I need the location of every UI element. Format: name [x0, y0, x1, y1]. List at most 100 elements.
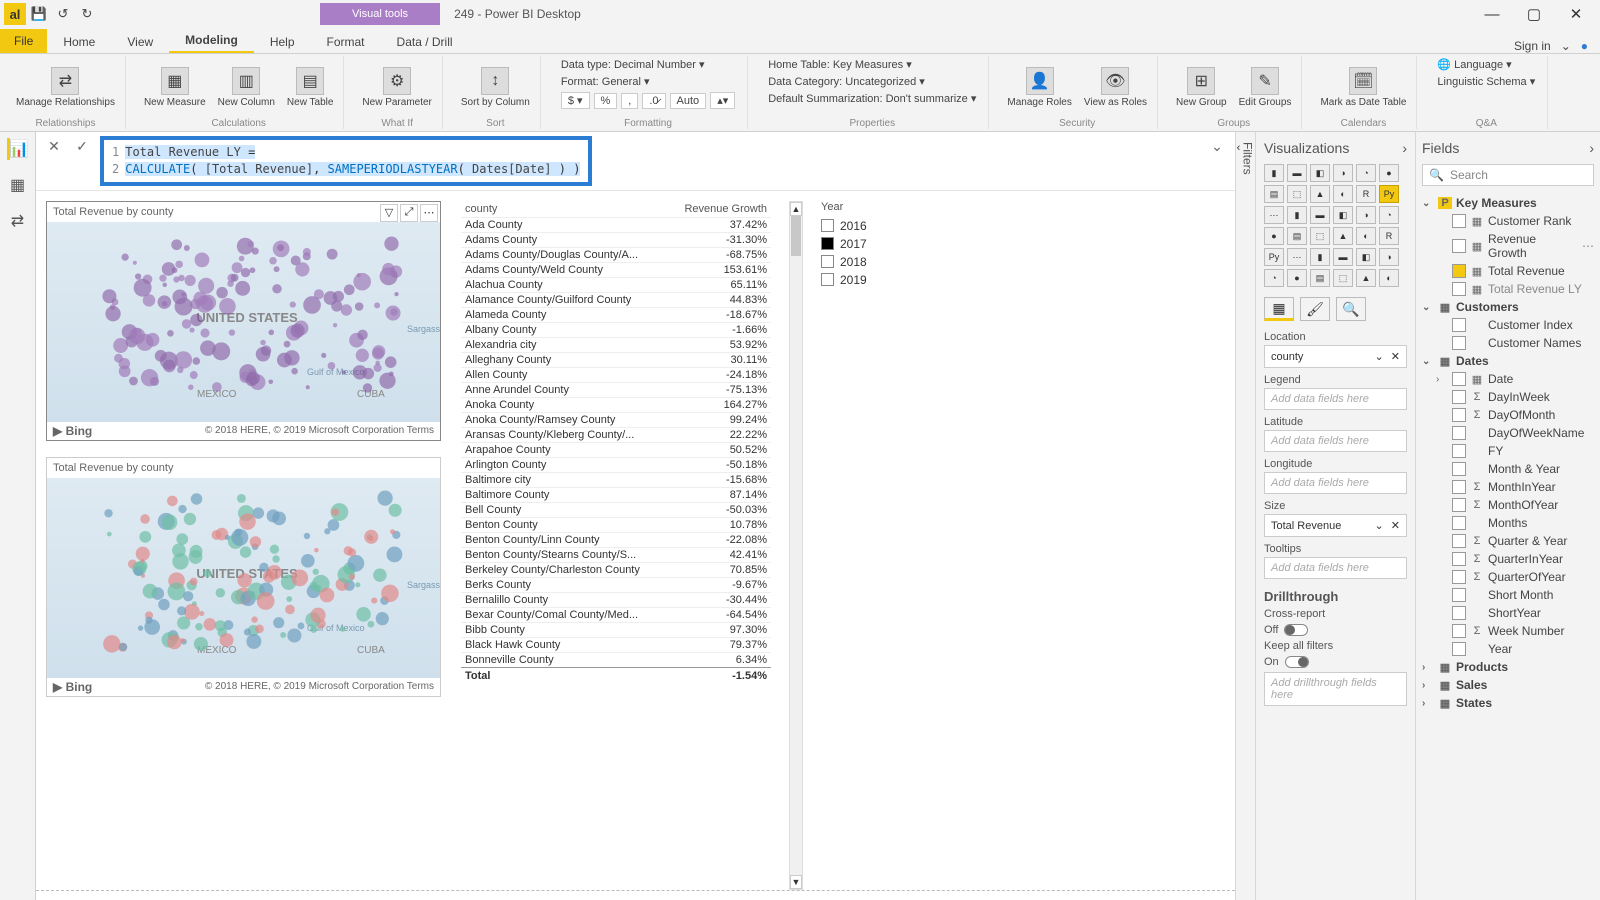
redo-icon[interactable]: ↻	[76, 3, 98, 25]
field-item[interactable]: ShortYear	[1422, 604, 1594, 622]
viz-tile[interactable]: ▮	[1287, 206, 1307, 224]
field-checkbox[interactable]	[1452, 282, 1466, 296]
viz-tile[interactable]: ●	[1379, 164, 1399, 182]
drillthrough-well[interactable]: Add drillthrough fields here	[1264, 672, 1407, 706]
formula-cancel-icon[interactable]: ✕	[44, 136, 64, 156]
field-checkbox[interactable]	[1452, 318, 1466, 332]
slicer-option[interactable]: 2016	[821, 219, 941, 233]
table-row[interactable]: Black Hawk County79.37%	[461, 637, 771, 652]
map2-body[interactable]: UNITED STATES MEXICO CUBA Gulf of Mexico…	[47, 478, 440, 678]
year-slicer[interactable]: Year 2016201720182019	[821, 201, 941, 890]
checkbox-icon[interactable]	[821, 237, 834, 250]
viz-tile[interactable]: ◐	[1379, 269, 1399, 287]
field-item[interactable]: ›▦Date	[1422, 370, 1594, 388]
tab-home[interactable]: Home	[47, 31, 111, 53]
viz-tile[interactable]: ▤	[1287, 227, 1307, 245]
default-summarization-dropdown[interactable]: Default Summarization: Don't summarize ▾	[768, 92, 976, 105]
field-checkbox[interactable]	[1452, 408, 1466, 422]
field-checkbox[interactable]	[1452, 642, 1466, 656]
field-table-header[interactable]: ⌄▦Customers	[1422, 298, 1594, 316]
field-item[interactable]: Short Month	[1422, 586, 1594, 604]
field-item[interactable]: ▦Customer Rank	[1422, 212, 1594, 230]
table-row[interactable]: Alameda County-18.67%	[461, 307, 771, 322]
field-item[interactable]: ΣQuarter & Year	[1422, 532, 1594, 550]
sort-by-column-button[interactable]: ↕Sort by Column	[457, 65, 534, 110]
field-checkbox[interactable]	[1452, 372, 1466, 386]
field-checkbox[interactable]	[1452, 498, 1466, 512]
map-visual-2[interactable]: Total Revenue by county UNITED STATES ME…	[46, 457, 441, 697]
field-item[interactable]: ▦Total Revenue LY	[1422, 280, 1594, 298]
tab-data-drill[interactable]: Data / Drill	[381, 31, 469, 53]
signin-link[interactable]: Sign in	[1514, 39, 1551, 53]
chevron-down-icon[interactable]: ⌄	[1561, 39, 1571, 53]
field-checkbox[interactable]	[1452, 239, 1466, 253]
field-item[interactable]: Year	[1422, 640, 1594, 658]
viz-tile[interactable]: ▮	[1264, 164, 1284, 182]
viz-tile[interactable]: ▬	[1287, 164, 1307, 182]
table-row[interactable]: Baltimore city-15.68%	[461, 472, 771, 487]
table-row[interactable]: Ada County37.42%	[461, 217, 771, 232]
checkbox-icon[interactable]	[821, 219, 834, 232]
chevron-right-icon[interactable]: ›	[1589, 140, 1594, 156]
manage-relationships-button[interactable]: ⇄Manage Relationships	[12, 65, 119, 110]
checkbox-icon[interactable]	[821, 273, 834, 286]
comma-button[interactable]: ,	[621, 93, 638, 109]
table-scrollbar[interactable]: ▲ ▼	[789, 201, 803, 890]
field-item[interactable]: ΣDayOfMonth	[1422, 406, 1594, 424]
field-checkbox[interactable]	[1452, 444, 1466, 458]
col-revenue-growth[interactable]: Revenue Growth	[677, 203, 767, 215]
field-item[interactable]: ΣQuarterOfYear	[1422, 568, 1594, 586]
viz-tile[interactable]: Py	[1264, 248, 1284, 266]
table-row[interactable]: Benton County10.78%	[461, 517, 771, 532]
viz-tile[interactable]: ◐	[1356, 227, 1376, 245]
field-table-header[interactable]: ›▦Sales	[1422, 676, 1594, 694]
table-row[interactable]: Bibb County97.30%	[461, 622, 771, 637]
field-checkbox[interactable]	[1452, 214, 1466, 228]
field-checkbox[interactable]	[1452, 534, 1466, 548]
slicer-option[interactable]: 2017	[821, 237, 941, 251]
percent-button[interactable]: %	[594, 93, 618, 109]
mark-date-table-button[interactable]: 🗓Mark as Date Table	[1316, 65, 1410, 110]
format-well-tab[interactable]: 🖌	[1300, 297, 1330, 321]
table-row[interactable]: Adams County/Weld County153.61%	[461, 262, 771, 277]
field-table-header[interactable]: ›▦Products	[1422, 658, 1594, 676]
field-checkbox[interactable]	[1452, 462, 1466, 476]
field-item[interactable]: ΣQuarterInYear	[1422, 550, 1594, 568]
new-measure-button[interactable]: ▦New Measure	[140, 65, 210, 110]
viz-tile[interactable]: ●	[1264, 227, 1284, 245]
table-row[interactable]: Adams County-31.30%	[461, 232, 771, 247]
table-row[interactable]: Bell County-50.03%	[461, 502, 771, 517]
viz-tile[interactable]: ◔	[1264, 269, 1284, 287]
field-table-header[interactable]: ⌄PKey Measures	[1422, 194, 1594, 212]
col-county[interactable]: county	[465, 203, 677, 215]
viz-tile[interactable]: ●	[1287, 269, 1307, 287]
slicer-option[interactable]: 2019	[821, 273, 941, 287]
table-row[interactable]: Benton County/Linn County-22.08%	[461, 532, 771, 547]
cross-report-toggle[interactable]	[1284, 624, 1308, 636]
table-row[interactable]: Bonneville County6.34%	[461, 652, 771, 667]
new-column-button[interactable]: ▥New Column	[214, 65, 279, 110]
field-checkbox[interactable]	[1452, 588, 1466, 602]
field-checkbox[interactable]	[1452, 426, 1466, 440]
legend-well[interactable]: Add data fields here	[1264, 388, 1407, 410]
field-item[interactable]: ΣMonthInYear	[1422, 478, 1594, 496]
field-item[interactable]: ΣDayInWeek	[1422, 388, 1594, 406]
map-visual-1[interactable]: Total Revenue by county ▽ ⤢ ⋯ UNITED STA…	[46, 201, 441, 441]
slicer-option[interactable]: 2018	[821, 255, 941, 269]
chevron-right-icon[interactable]: ›	[1402, 140, 1407, 156]
new-group-button[interactable]: ⊞New Group	[1172, 65, 1231, 110]
data-category-dropdown[interactable]: Data Category: Uncategorized ▾	[768, 75, 976, 88]
home-table-dropdown[interactable]: Home Table: Key Measures ▾	[768, 58, 976, 71]
field-checkbox[interactable]	[1452, 516, 1466, 530]
field-checkbox[interactable]	[1452, 264, 1466, 278]
field-item[interactable]: DayOfWeekName	[1422, 424, 1594, 442]
currency-button[interactable]: $ ▾	[561, 92, 590, 109]
field-checkbox[interactable]	[1452, 390, 1466, 404]
scroll-down-icon[interactable]: ▼	[790, 875, 802, 889]
decimals-auto[interactable]: Auto	[670, 93, 707, 109]
field-item[interactable]: ▦Total Revenue	[1422, 262, 1594, 280]
table-row[interactable]: Allen County-24.18%	[461, 367, 771, 382]
field-table-header[interactable]: ⌄▦Dates	[1422, 352, 1594, 370]
maximize-button[interactable]: ▢	[1514, 1, 1554, 27]
viz-tile[interactable]: ⬚	[1333, 269, 1353, 287]
